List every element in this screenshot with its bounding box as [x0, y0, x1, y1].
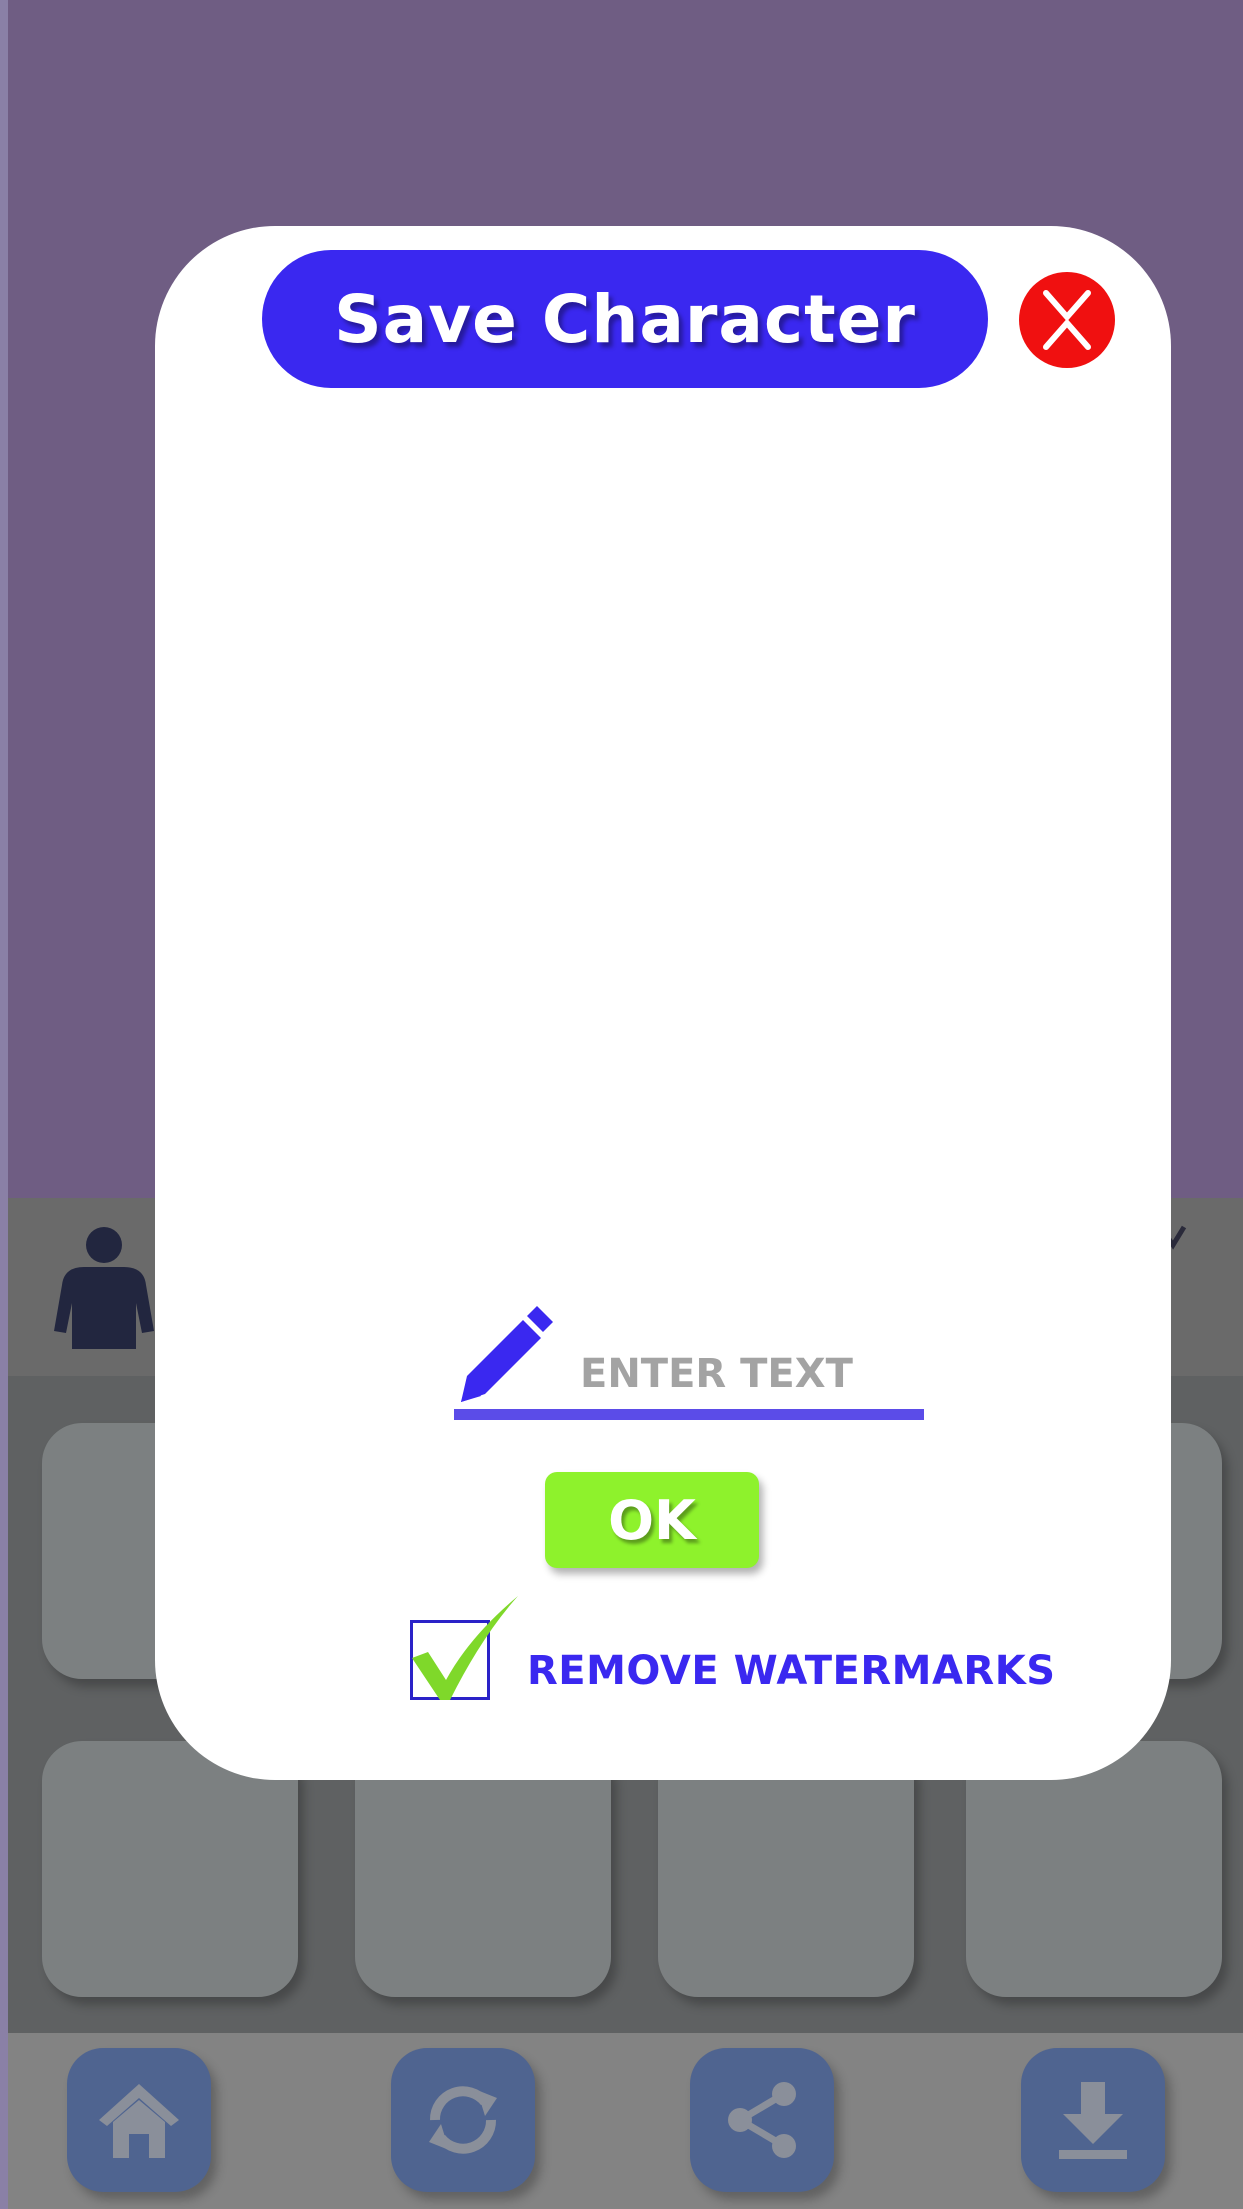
- save-character-dialog: Save Character OK REMOVE WATERMARKS: [155, 226, 1171, 1780]
- person-icon[interactable]: [42, 1223, 162, 1353]
- close-icon: [1043, 290, 1091, 350]
- dialog-header: Save Character: [262, 250, 988, 388]
- home-button[interactable]: [67, 2048, 211, 2192]
- dialog-title: Save Character: [334, 280, 916, 358]
- pencil-icon: [461, 1306, 553, 1402]
- grid-tile[interactable]: [42, 1741, 298, 1997]
- remove-watermarks-label: REMOVE WATERMARKS: [527, 1648, 1056, 1694]
- share-icon: [728, 2082, 796, 2158]
- ok-button[interactable]: OK: [545, 1472, 759, 1568]
- home-icon: [99, 2084, 179, 2158]
- checkmark-icon: [412, 1596, 518, 1700]
- download-icon: [1059, 2082, 1127, 2159]
- close-button[interactable]: [1019, 272, 1115, 368]
- window-edge: [0, 0, 8, 2209]
- character-name-input[interactable]: [580, 1339, 940, 1409]
- refresh-button[interactable]: [391, 2048, 535, 2192]
- share-button[interactable]: [690, 2048, 834, 2192]
- refresh-icon: [429, 2086, 497, 2154]
- download-button[interactable]: [1021, 2048, 1165, 2192]
- input-underline: [454, 1409, 924, 1420]
